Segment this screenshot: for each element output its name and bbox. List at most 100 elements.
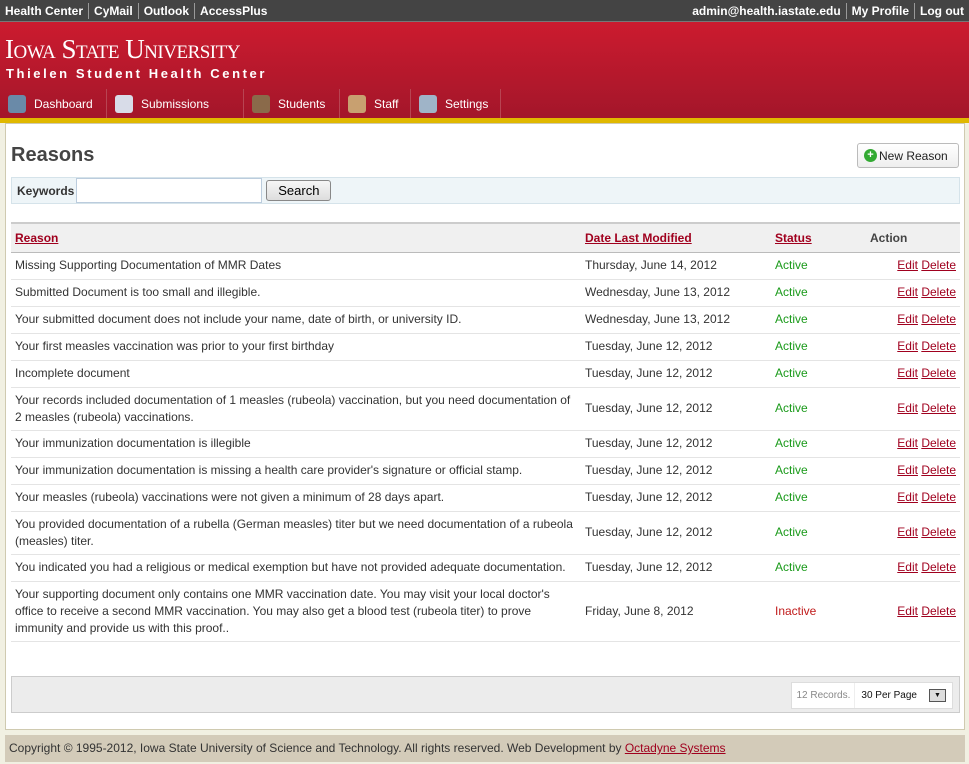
my-profile-link[interactable]: My Profile (845, 2, 914, 19)
user-email-link[interactable]: admin@health.iastate.edu (687, 3, 845, 19)
nav-label: Staff (374, 96, 399, 111)
delete-link[interactable]: Delete (921, 604, 956, 618)
home-icon (8, 94, 26, 113)
sort-reason-link[interactable]: Reason (15, 231, 58, 245)
footer: Copyright © 1995-2012, Iowa State Univer… (5, 735, 965, 762)
edit-link[interactable]: Edit (897, 560, 918, 574)
document-icon (115, 94, 133, 113)
reason-cell: Missing Supporting Documentation of MMR … (11, 252, 581, 280)
delete-link[interactable]: Delete (921, 463, 956, 477)
record-count: 12 Records. (792, 683, 856, 708)
action-cell: Edit Delete (866, 430, 960, 458)
dropdown-arrow-icon[interactable]: ▼ (929, 689, 946, 702)
edit-link[interactable]: Edit (897, 339, 918, 353)
site-subtitle: Thielen Student Health Center (6, 66, 268, 81)
status-cell: Active (771, 333, 866, 361)
reason-cell: Your measles (rubeola) vaccinations were… (11, 484, 581, 512)
delete-link[interactable]: Delete (921, 525, 956, 539)
reason-cell: Your submitted document does not include… (11, 306, 581, 334)
delete-link[interactable]: Delete (921, 366, 956, 380)
nav-students[interactable]: Students (244, 89, 340, 118)
status-cell: Active (771, 484, 866, 512)
nav-staff[interactable]: Staff (340, 89, 411, 118)
date-cell: Tuesday, June 12, 2012 (581, 554, 771, 582)
edit-link[interactable]: Edit (897, 604, 918, 618)
date-cell: Wednesday, June 13, 2012 (581, 279, 771, 307)
date-cell: Tuesday, June 12, 2012 (581, 333, 771, 361)
action-cell: Edit Delete (866, 306, 960, 334)
new-reason-button[interactable]: + New Reason (857, 143, 959, 168)
reason-cell: You provided documentation of a rubella … (11, 511, 581, 555)
delete-link[interactable]: Delete (921, 560, 956, 574)
date-cell: Wednesday, June 13, 2012 (581, 306, 771, 334)
status-cell: Active (771, 457, 866, 485)
date-cell: Friday, June 8, 2012 (581, 581, 771, 642)
keywords-label: Keywords (17, 183, 75, 198)
delete-link[interactable]: Delete (921, 285, 956, 299)
reason-cell: Your first measles vaccination was prior… (11, 333, 581, 361)
date-cell: Tuesday, June 12, 2012 (581, 457, 771, 485)
nav-label: Submissions (141, 96, 210, 111)
top-bar: Health Center CyMail Outlook AccessPlus adm… (0, 0, 969, 22)
delete-link[interactable]: Delete (921, 436, 956, 450)
reasons-table: Reason Date Last Modified Status Action … (11, 222, 960, 642)
top-link-accessplus[interactable]: AccessPlus (194, 2, 272, 19)
delete-link[interactable]: Delete (921, 490, 956, 504)
status-cell: Active (771, 279, 866, 307)
edit-link[interactable]: Edit (897, 525, 918, 539)
edit-link[interactable]: Edit (897, 490, 918, 504)
table-row: Missing Supporting Documentation of MMR … (11, 252, 960, 280)
top-link-cymail[interactable]: CyMail (88, 2, 138, 19)
table-row: Incomplete document Tuesday, June 12, 201… (11, 360, 960, 388)
status-cell: Active (771, 252, 866, 280)
reason-cell: Submitted Document is too small and ille… (11, 279, 581, 307)
status-cell: Active (771, 306, 866, 334)
date-cell: Tuesday, June 12, 2012 (581, 484, 771, 512)
status-cell: Inactive (771, 581, 866, 642)
graduate-icon (252, 94, 270, 113)
logout-link[interactable]: Log out (914, 2, 969, 19)
edit-link[interactable]: Edit (897, 366, 918, 380)
search-button[interactable]: Search (266, 180, 332, 201)
nav-dashboard[interactable]: Dashboard (0, 89, 107, 118)
pager: 12 Records. 30 Per Page ▼ (11, 676, 960, 713)
nav-submissions[interactable]: Submissions (107, 89, 244, 118)
edit-link[interactable]: Edit (897, 401, 918, 415)
reason-cell: Your immunization documentation is missi… (11, 457, 581, 485)
keywords-input[interactable] (76, 178, 263, 203)
content-area: Reasons + New Reason Keywords Search Reas… (5, 123, 965, 730)
delete-link[interactable]: Delete (921, 339, 956, 353)
reason-cell: Your supporting document only contains o… (11, 581, 581, 642)
status-cell: Active (771, 387, 866, 431)
nav-label: Settings (445, 96, 489, 111)
per-page-select[interactable]: 30 Per Page ▼ (855, 689, 952, 702)
edit-link[interactable]: Edit (897, 436, 918, 450)
date-cell: Tuesday, June 12, 2012 (581, 360, 771, 388)
date-cell: Tuesday, June 12, 2012 (581, 387, 771, 431)
action-cell: Edit Delete (866, 387, 960, 431)
action-header: Action (866, 222, 960, 253)
sort-status-link[interactable]: Status (775, 231, 812, 245)
nav-settings[interactable]: Settings (411, 89, 501, 118)
new-reason-label: New Reason (879, 148, 948, 163)
table-row: Your first measles vaccination was prior… (11, 333, 960, 361)
delete-link[interactable]: Delete (921, 401, 956, 415)
sort-date-link[interactable]: Date Last Modified (585, 231, 692, 245)
top-link-health-center[interactable]: Health Center (0, 3, 88, 19)
edit-link[interactable]: Edit (897, 285, 918, 299)
delete-link[interactable]: Delete (921, 258, 956, 272)
status-cell: Active (771, 360, 866, 388)
octadyne-link[interactable]: Octadyne Systems (625, 741, 726, 755)
action-cell: Edit Delete (866, 457, 960, 485)
university-logo[interactable]: Iowa State University (5, 34, 240, 65)
edit-link[interactable]: Edit (897, 312, 918, 326)
date-cell: Tuesday, June 12, 2012 (581, 430, 771, 458)
edit-link[interactable]: Edit (897, 258, 918, 272)
date-cell: Thursday, June 14, 2012 (581, 252, 771, 280)
table-row: You provided documentation of a rubella … (11, 511, 960, 555)
table-row: Your measles (rubeola) vaccinations were… (11, 484, 960, 512)
action-cell: Edit Delete (866, 554, 960, 582)
delete-link[interactable]: Delete (921, 312, 956, 326)
edit-link[interactable]: Edit (897, 463, 918, 477)
top-link-outlook[interactable]: Outlook (137, 2, 194, 19)
